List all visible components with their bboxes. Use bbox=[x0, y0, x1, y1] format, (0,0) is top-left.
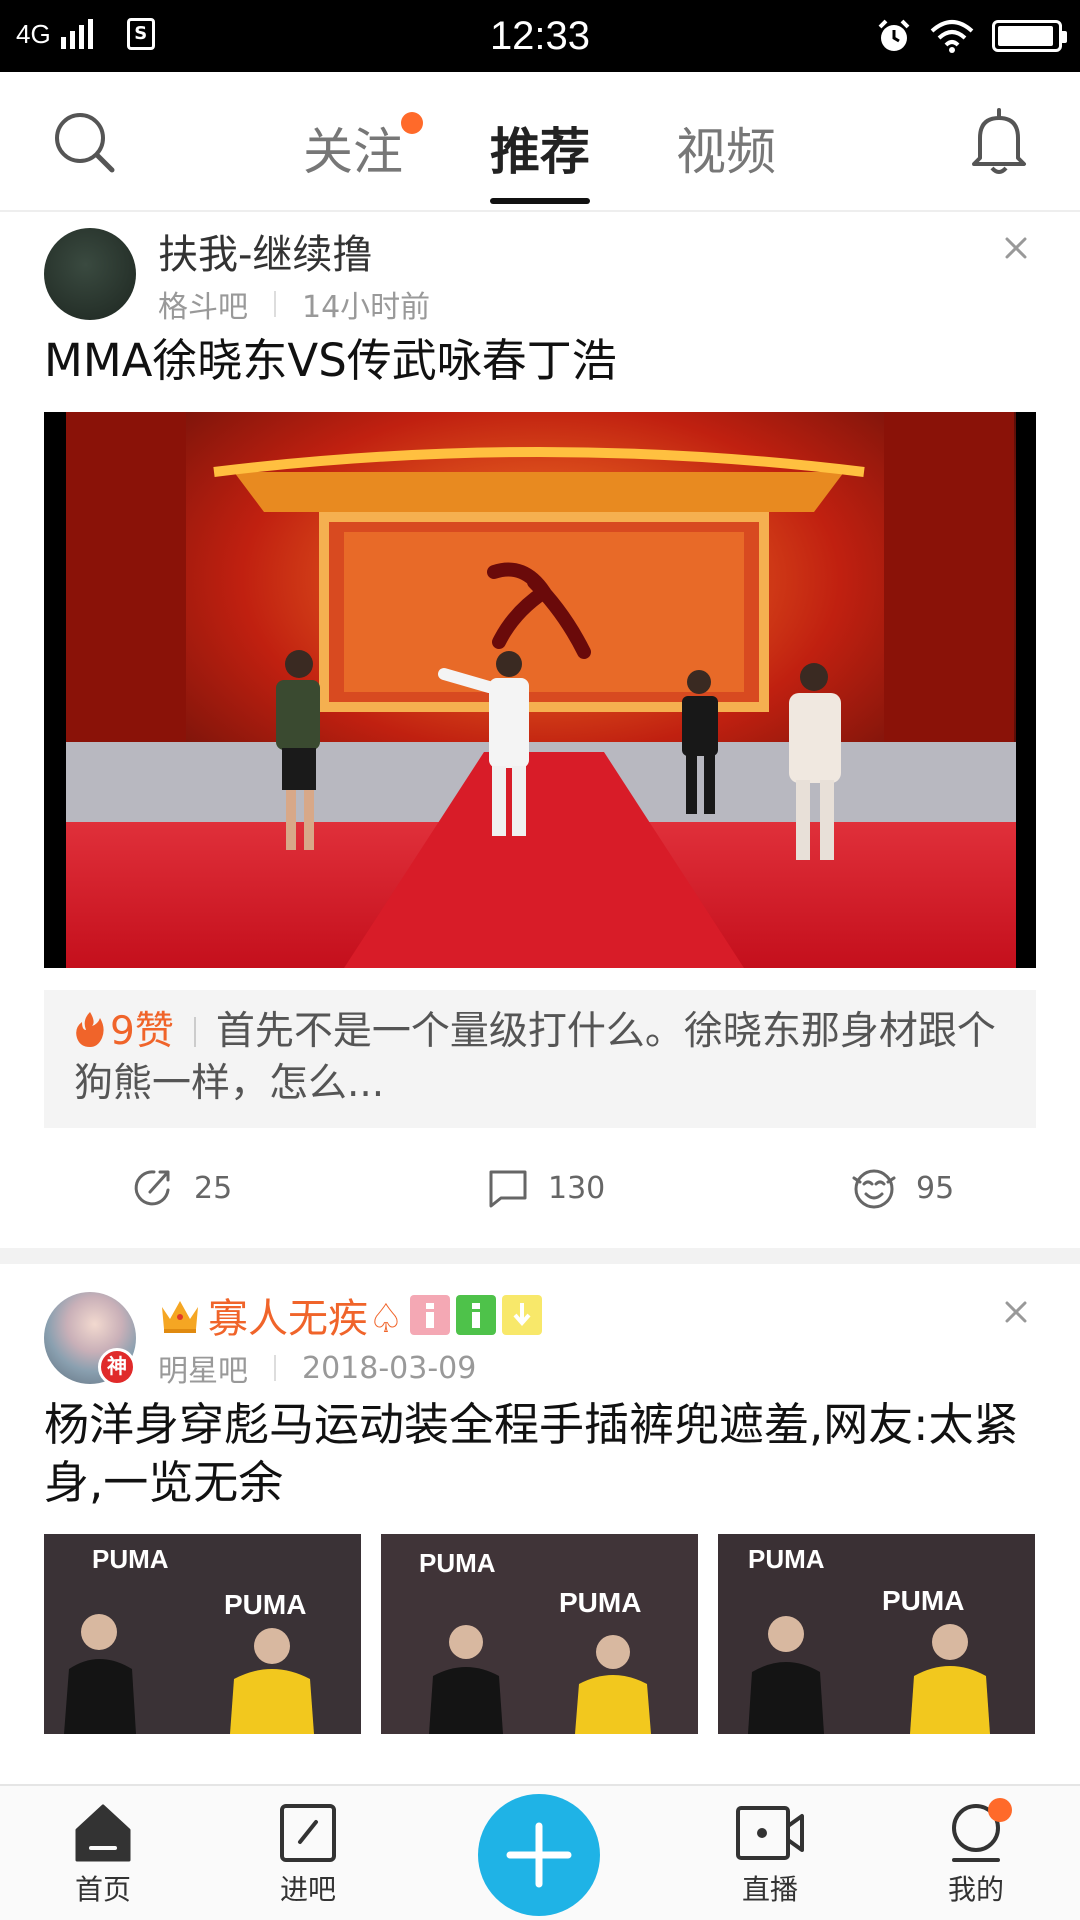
active-tab-indicator bbox=[490, 198, 590, 204]
post-time: 2018-03-09 bbox=[302, 1350, 477, 1386]
tab-recommend[interactable]: 推荐 bbox=[490, 112, 590, 212]
hot-comment[interactable]: 9赞 首先不是一个量级打什么。徐晓东那身材跟个狗熊一样，怎么... bbox=[44, 990, 1036, 1128]
brand-text: PUMA bbox=[882, 1585, 964, 1616]
post-meta: 明星吧 2018-03-09 bbox=[158, 1346, 476, 1390]
like-face-icon bbox=[852, 1169, 896, 1209]
brand-text: PUMA bbox=[559, 1587, 641, 1618]
thumbnail-image[interactable]: PUMA PUMA bbox=[381, 1534, 698, 1734]
tab-mine[interactable]: 我的 bbox=[916, 1798, 1036, 1908]
tab-mine-label: 我的 bbox=[947, 1873, 1004, 1906]
home-icon bbox=[75, 1804, 131, 1862]
post-actions: 25 130 95 bbox=[44, 1128, 1036, 1248]
comment-icon bbox=[489, 1170, 527, 1208]
tab-follow[interactable]: 关注 bbox=[303, 112, 423, 212]
post-plus-button[interactable] bbox=[478, 1794, 600, 1916]
plus-icon bbox=[506, 1822, 572, 1888]
post-title[interactable]: MMA徐晓东VS传武咏春丁浩 bbox=[44, 332, 1036, 390]
level-badge-icon bbox=[409, 1295, 450, 1335]
image-thumbnails: PUMA PUMA PUMA PUMA PUMA PUMA bbox=[44, 1534, 1036, 1734]
comment-button[interactable]: 130 bbox=[486, 1166, 605, 1210]
member-badge-icon bbox=[455, 1295, 496, 1335]
author-name[interactable]: 寡人无疾♤ bbox=[158, 1286, 542, 1344]
meta-separator bbox=[274, 291, 276, 317]
brand-text: PUMA bbox=[92, 1544, 169, 1574]
video-camera-icon bbox=[736, 1806, 804, 1860]
comment-separator bbox=[193, 1017, 196, 1047]
author-name[interactable]: 扶我-继续撸 bbox=[158, 222, 372, 280]
edit-icon bbox=[280, 1804, 336, 1862]
status-bar: 4G S 12:33 bbox=[0, 0, 1080, 72]
forum-name[interactable]: 格斗吧 bbox=[158, 282, 248, 326]
close-icon[interactable] bbox=[996, 1292, 1036, 1332]
tab-live-label: 直播 bbox=[741, 1873, 798, 1906]
post-card[interactable]: 扶我-继续撸 格斗吧 14小时前 MMA徐晓东VS传武咏春丁浩 9赞 首先不是一… bbox=[0, 214, 1080, 1248]
top-nav: 关注 推荐 视频 bbox=[0, 72, 1080, 212]
author-name-text: 扶我-继续撸 bbox=[158, 232, 373, 278]
post-card[interactable]: 神 寡人无疾♤ 明星吧 2018-03-09 杨洋身穿彪马运动装全程手插裤兜遮羞… bbox=[0, 1278, 1080, 1734]
battery-icon bbox=[992, 20, 1067, 52]
tab-enter-forum[interactable]: 进吧 bbox=[248, 1800, 368, 1908]
bell-icon[interactable] bbox=[968, 106, 1030, 176]
tab-video-label: 视频 bbox=[676, 123, 776, 181]
like-button[interactable]: 95 bbox=[850, 1166, 954, 1210]
share-count: 25 bbox=[194, 1170, 233, 1206]
brand-text: PUMA bbox=[419, 1548, 496, 1578]
bottom-tab-bar: 首页 进吧 直播 我的 bbox=[0, 1784, 1080, 1920]
wifi-icon bbox=[930, 20, 974, 53]
search-icon[interactable] bbox=[52, 110, 118, 176]
video-frame-image bbox=[44, 412, 1036, 968]
video-thumbnail[interactable] bbox=[44, 412, 1036, 968]
tab-enter-forum-label: 进吧 bbox=[279, 1873, 336, 1906]
post-divider bbox=[0, 1248, 1080, 1264]
tab-live[interactable]: 直播 bbox=[710, 1800, 830, 1908]
share-icon bbox=[134, 1170, 170, 1206]
tab-video[interactable]: 视频 bbox=[676, 112, 776, 212]
close-icon[interactable] bbox=[996, 228, 1036, 268]
brand-text: PUMA bbox=[748, 1544, 825, 1574]
thumbnail-image[interactable]: PUMA PUMA bbox=[718, 1534, 1035, 1734]
tab-follow-label: 关注 bbox=[303, 123, 403, 181]
like-count: 95 bbox=[916, 1170, 955, 1206]
status-right bbox=[876, 18, 1067, 54]
post-title[interactable]: 杨洋身穿彪马运动装全程手插裤兜遮羞,网友:太紧身,一览无余 bbox=[44, 1396, 1036, 1512]
tab-home-label: 首页 bbox=[74, 1873, 131, 1906]
notification-dot bbox=[401, 112, 423, 134]
notification-dot bbox=[988, 1798, 1012, 1822]
fire-icon bbox=[76, 1012, 104, 1047]
post-meta: 格斗吧 14小时前 bbox=[158, 282, 430, 326]
avatar[interactable] bbox=[44, 228, 136, 320]
hot-comment-text: 首先不是一个量级打什么。徐晓东那身材跟个狗熊一样，怎么... bbox=[74, 1009, 996, 1106]
comment-count: 130 bbox=[548, 1170, 606, 1206]
battery-fill bbox=[998, 26, 1054, 46]
tab-home[interactable]: 首页 bbox=[43, 1800, 163, 1908]
vip-badge-icon bbox=[501, 1295, 542, 1335]
tab-recommend-label: 推荐 bbox=[490, 123, 590, 181]
forum-name[interactable]: 明星吧 bbox=[158, 1346, 248, 1390]
author-name-text: 寡人无疾♤ bbox=[208, 1296, 404, 1342]
post-header: 扶我-继续撸 格斗吧 14小时前 bbox=[44, 214, 1036, 330]
meta-separator bbox=[274, 1355, 276, 1381]
crown-icon bbox=[162, 1301, 198, 1333]
hot-comment-likes: 9赞 bbox=[110, 1009, 174, 1054]
avatar-badge: 神 bbox=[98, 1348, 136, 1386]
feed: 扶我-继续撸 格斗吧 14小时前 MMA徐晓东VS传武咏春丁浩 9赞 首先不是一… bbox=[0, 214, 1080, 1734]
thumbnail-image[interactable]: PUMA PUMA bbox=[44, 1534, 361, 1734]
brand-text: PUMA bbox=[224, 1589, 306, 1620]
share-button[interactable]: 25 bbox=[132, 1166, 232, 1210]
post-header: 神 寡人无疾♤ 明星吧 2018-03-09 bbox=[44, 1278, 1036, 1394]
alarm-icon bbox=[878, 19, 910, 51]
post-time: 14小时前 bbox=[302, 290, 431, 325]
